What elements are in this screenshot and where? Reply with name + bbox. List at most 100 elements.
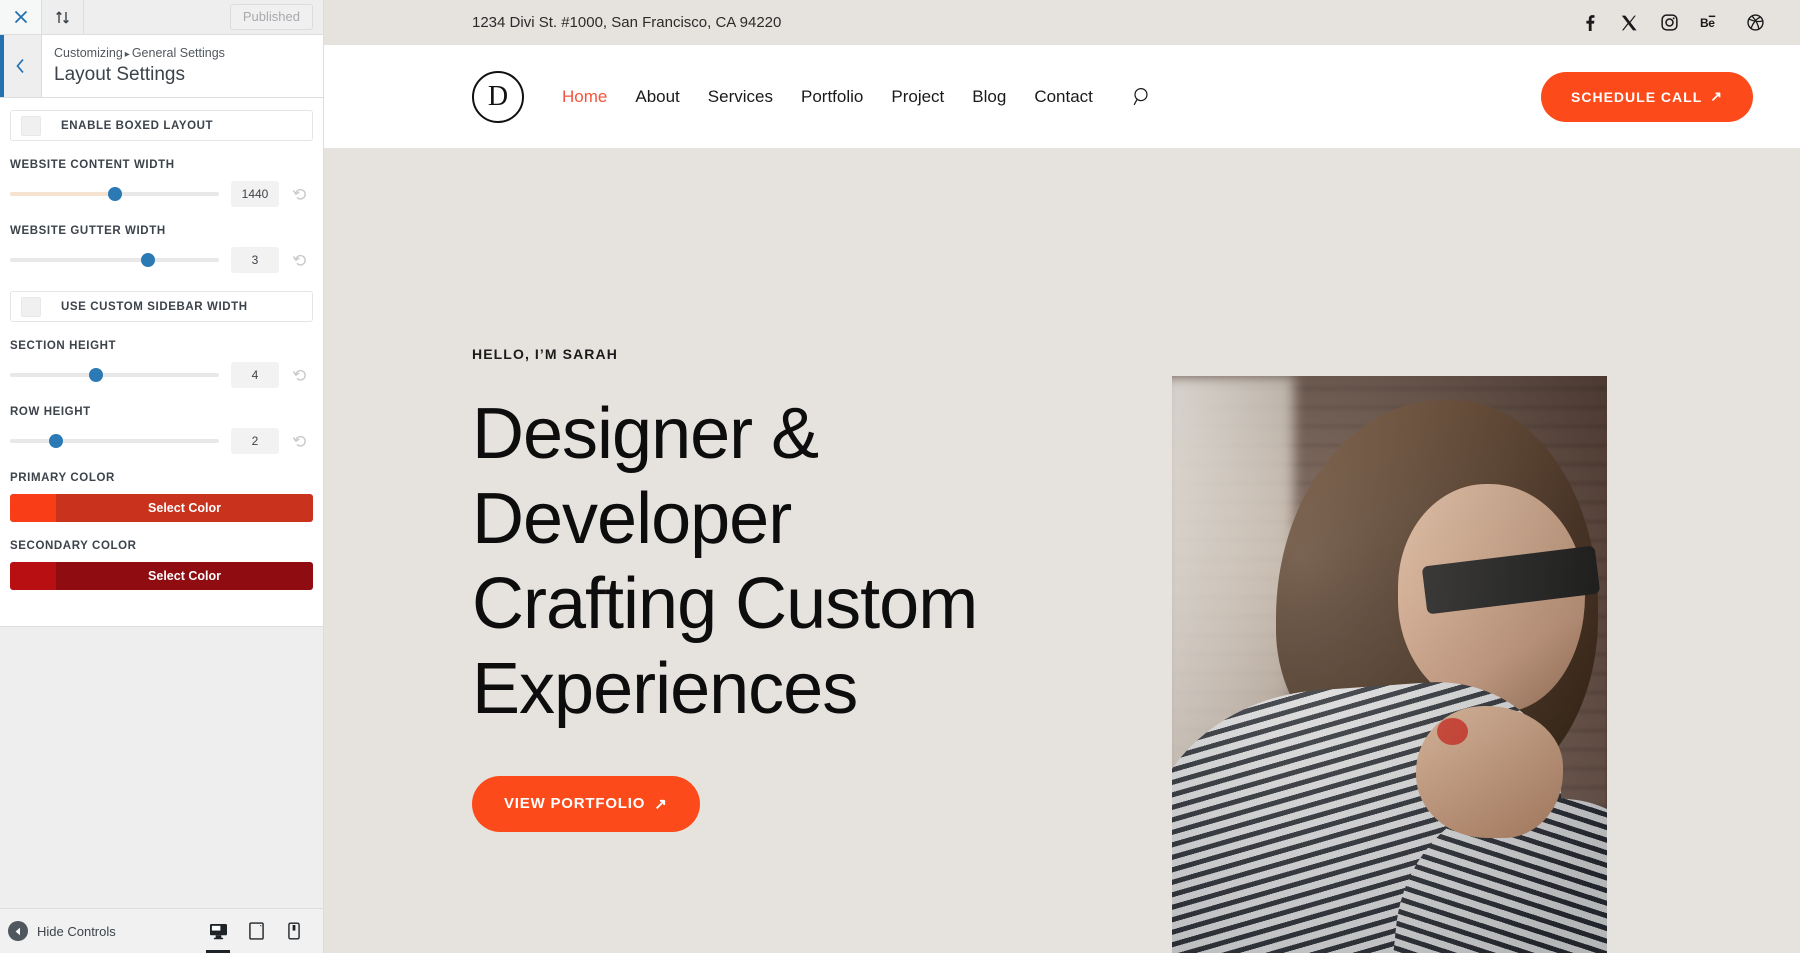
nav-links: Home About Services Portfolio Project Bl… xyxy=(562,87,1152,107)
toggle-label: ENABLE BOXED LAYOUT xyxy=(61,119,214,132)
arrow-up-right-icon: ↗ xyxy=(1710,88,1723,104)
breadcrumb-root: Customizing xyxy=(54,46,123,61)
breadcrumb-separator: ▸ xyxy=(124,49,130,61)
nav-link-portfolio[interactable]: Portfolio xyxy=(801,87,863,107)
label-section-height: SECTION HEIGHT xyxy=(10,340,117,352)
slider-section-height[interactable]: 4 xyxy=(10,362,313,388)
primary-color-control: PRIMARY COLOR Select Color xyxy=(10,472,313,522)
hide-controls-label: Hide Controls xyxy=(37,923,116,939)
chevron-left-icon[interactable] xyxy=(0,35,42,97)
site-topbar: 1234 Divi St. #1000, San Francisco, CA 9… xyxy=(324,0,1800,45)
site-preview: 1234 Divi St. #1000, San Francisco, CA 9… xyxy=(324,0,1800,953)
slider-handle[interactable] xyxy=(88,368,103,382)
tablet-icon[interactable] xyxy=(237,909,275,953)
hero-title-line-2: Crafting Custom xyxy=(472,563,978,644)
slider-website-gutter-width[interactable]: 3 xyxy=(10,247,313,273)
slider-fill xyxy=(10,192,111,196)
toggle-enable-boxed-layout[interactable]: ENABLE BOXED LAYOUT xyxy=(10,110,313,141)
hero-title-line-3: Experiences xyxy=(472,648,858,729)
label-website-gutter-width: WEBSITE GUTTER WIDTH xyxy=(10,225,166,237)
customizer-body: ENABLE BOXED LAYOUT WEBSITE CONTENT WIDT… xyxy=(0,98,323,908)
nav-link-services[interactable]: Services xyxy=(708,87,773,107)
close-icon[interactable] xyxy=(0,0,42,34)
instagram-icon[interactable] xyxy=(1660,14,1678,32)
value-website-gutter-width[interactable]: 3 xyxy=(231,247,279,273)
publish-button[interactable]: Published xyxy=(229,4,313,30)
slider-track xyxy=(10,187,219,201)
primary-select-color-label[interactable]: Select Color xyxy=(56,494,313,522)
primary-color-button[interactable]: Select Color xyxy=(10,494,313,522)
desktop-icon[interactable] xyxy=(199,909,237,953)
label-primary-color: PRIMARY COLOR xyxy=(10,472,115,484)
customizer-app: Published Customizing ▸ General Settings L… xyxy=(0,0,1800,953)
hero-section: HELLO, I’M SARAH Designer & Developer Cr… xyxy=(324,148,1800,953)
search-icon[interactable] xyxy=(1133,87,1152,106)
view-portfolio-button[interactable]: VIEW PORTFOLIO ↗ xyxy=(472,775,700,832)
sort-arrows-icon[interactable] xyxy=(42,0,84,34)
hero-title: Designer & Developer Crafting Custom Exp… xyxy=(472,392,1132,732)
slider-handle[interactable] xyxy=(140,253,155,267)
hero-title-line-1: Designer & Developer xyxy=(472,394,819,559)
reset-icon[interactable] xyxy=(287,428,313,454)
site-navbar: D Home About Services Portfolio Project … xyxy=(324,45,1800,148)
svg-text:e: e xyxy=(1708,16,1715,30)
hero-eyebrow: HELLO, I’M SARAH xyxy=(472,346,618,362)
nav-link-project[interactable]: Project xyxy=(891,87,944,107)
secondary-color-control: SECONDARY COLOR Select Color xyxy=(10,540,313,590)
page-title: Layout Settings xyxy=(54,64,185,86)
reset-icon[interactable] xyxy=(287,247,313,273)
slider-track-area[interactable] xyxy=(10,185,219,203)
secondary-select-color-label[interactable]: Select Color xyxy=(56,562,313,590)
facebook-icon[interactable] xyxy=(1580,14,1598,32)
woman-with-glasses-photo xyxy=(1172,376,1607,953)
reset-icon[interactable] xyxy=(287,362,313,388)
secondary-color-swatch[interactable] xyxy=(10,562,56,590)
nav-link-contact[interactable]: Contact xyxy=(1034,87,1093,107)
reset-icon[interactable] xyxy=(287,181,313,207)
slider-track-area[interactable] xyxy=(10,366,219,384)
primary-color-swatch[interactable] xyxy=(10,494,56,522)
secondary-color-button[interactable]: Select Color xyxy=(10,562,313,590)
nav-link-about[interactable]: About xyxy=(635,87,679,107)
dribbble-icon[interactable] xyxy=(1746,14,1764,32)
mobile-icon[interactable] xyxy=(275,909,313,953)
checkbox-icon[interactable] xyxy=(21,296,41,317)
slider-track xyxy=(10,368,219,382)
toggle-use-custom-sidebar-width[interactable]: USE CUSTOM SIDEBAR WIDTH xyxy=(10,291,313,322)
customizer-footer: Hide Controls xyxy=(0,908,323,953)
label-website-content-width: WEBSITE CONTENT WIDTH xyxy=(10,159,175,171)
customizer-titles: Customizing ▸ General Settings Layout Sett… xyxy=(42,35,323,97)
social-links: B e xyxy=(1580,14,1764,32)
customizer-header: Customizing ▸ General Settings Layout Sett… xyxy=(0,35,323,98)
site-logo[interactable]: D xyxy=(472,70,524,123)
nav-link-blog[interactable]: Blog xyxy=(972,87,1006,107)
slider-handle[interactable] xyxy=(107,187,122,201)
hero-content: HELLO, I’M SARAH Designer & Developer Cr… xyxy=(472,148,1172,953)
hero-media xyxy=(1172,148,1692,953)
value-section-height[interactable]: 4 xyxy=(231,362,279,388)
device-preview-switcher xyxy=(199,909,313,953)
x-twitter-icon[interactable] xyxy=(1620,14,1638,32)
customizer-sidebar: Published Customizing ▸ General Settings L… xyxy=(0,0,324,953)
hide-controls-button[interactable]: Hide Controls xyxy=(8,921,116,941)
arrow-up-right-icon: ↗ xyxy=(654,795,668,813)
slider-website-content-width[interactable]: 1440 xyxy=(10,181,313,207)
breadcrumb-section: General Settings xyxy=(131,46,225,61)
slider-row-height[interactable]: 2 xyxy=(10,428,313,454)
nav-link-home[interactable]: Home xyxy=(562,87,607,107)
slider-track xyxy=(10,253,219,267)
checkbox-icon[interactable] xyxy=(21,115,41,136)
breadcrumb: Customizing ▸ General Settings xyxy=(54,44,323,63)
slider-track-area[interactable] xyxy=(10,432,219,450)
value-row-height[interactable]: 2 xyxy=(231,428,279,454)
schedule-call-label: SCHEDULE CALL xyxy=(1571,88,1703,105)
toggle-label: USE CUSTOM SIDEBAR WIDTH xyxy=(61,300,248,313)
behance-icon[interactable]: B e xyxy=(1700,14,1724,32)
customizer-topbar: Published xyxy=(0,0,323,35)
slider-track-area[interactable] xyxy=(10,251,219,269)
schedule-call-button[interactable]: SCHEDULE CALL ↗ xyxy=(1541,71,1753,122)
slider-handle[interactable] xyxy=(48,434,63,448)
value-website-content-width[interactable]: 1440 xyxy=(231,181,279,207)
collapse-left-icon[interactable] xyxy=(8,921,28,941)
